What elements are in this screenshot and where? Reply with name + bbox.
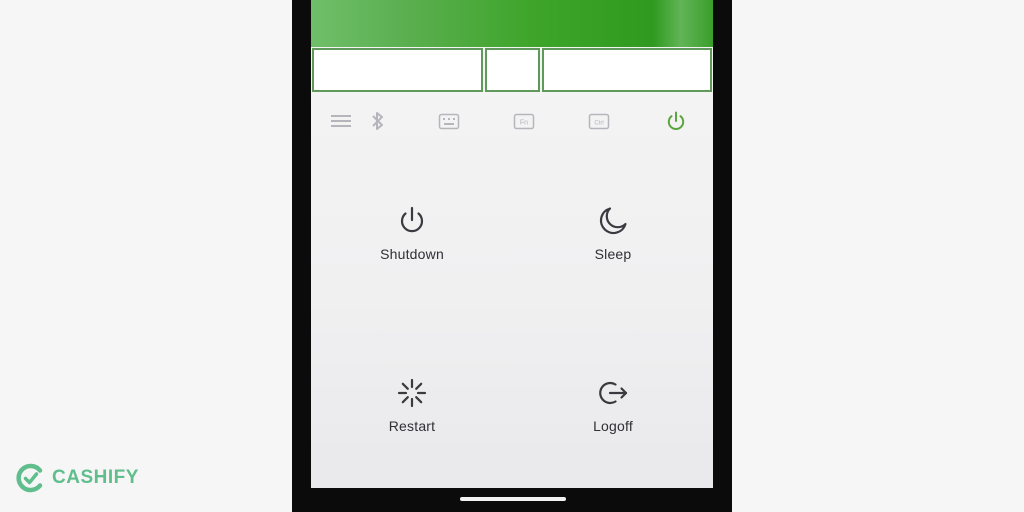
logoff-label: Logoff <box>593 418 633 434</box>
moon-icon <box>599 207 627 235</box>
power-actions-grid: Shutdown Sleep Restart Logoff <box>311 190 713 450</box>
cashify-logo-icon <box>16 463 43 493</box>
device-tile-right[interactable] <box>542 48 712 92</box>
sleep-label: Sleep <box>594 246 632 262</box>
shutdown-label: Shutdown <box>380 246 444 262</box>
menu-icon[interactable] <box>329 110 353 132</box>
toolbar: Fn Ctrl <box>311 104 713 138</box>
keyboard-icon[interactable] <box>437 110 461 132</box>
home-indicator[interactable] <box>460 497 566 501</box>
device-tiles <box>311 47 713 95</box>
sleep-button[interactable]: Sleep <box>543 204 683 284</box>
shutdown-button[interactable]: Shutdown <box>342 204 482 284</box>
fn-key-label: Fn <box>520 119 528 126</box>
fn-key-icon[interactable]: Fn <box>512 110 536 132</box>
restart-label: Restart <box>388 418 436 434</box>
app-screen: Fn Ctrl Shutdown Sleep Restart Logoff <box>311 0 713 488</box>
phone-frame: Fn Ctrl Shutdown Sleep Restart Logoff <box>292 0 732 512</box>
power-icon <box>400 206 424 233</box>
cashify-wordmark: CASHIFY <box>52 467 139 488</box>
logoff-icon <box>599 381 628 405</box>
device-tile-left[interactable] <box>312 48 483 92</box>
power-icon[interactable] <box>664 110 688 132</box>
cashify-logo: CASHIFY <box>16 460 139 496</box>
device-tile-middle[interactable] <box>485 48 540 92</box>
header-banner <box>311 0 713 47</box>
ctrl-key-icon[interactable]: Ctrl <box>587 110 611 132</box>
restart-button[interactable]: Restart <box>342 376 482 456</box>
bluetooth-icon[interactable] <box>366 110 390 132</box>
ctrl-key-label: Ctrl <box>594 120 603 126</box>
logoff-button[interactable]: Logoff <box>543 376 683 456</box>
restart-spinner-icon <box>397 378 427 408</box>
